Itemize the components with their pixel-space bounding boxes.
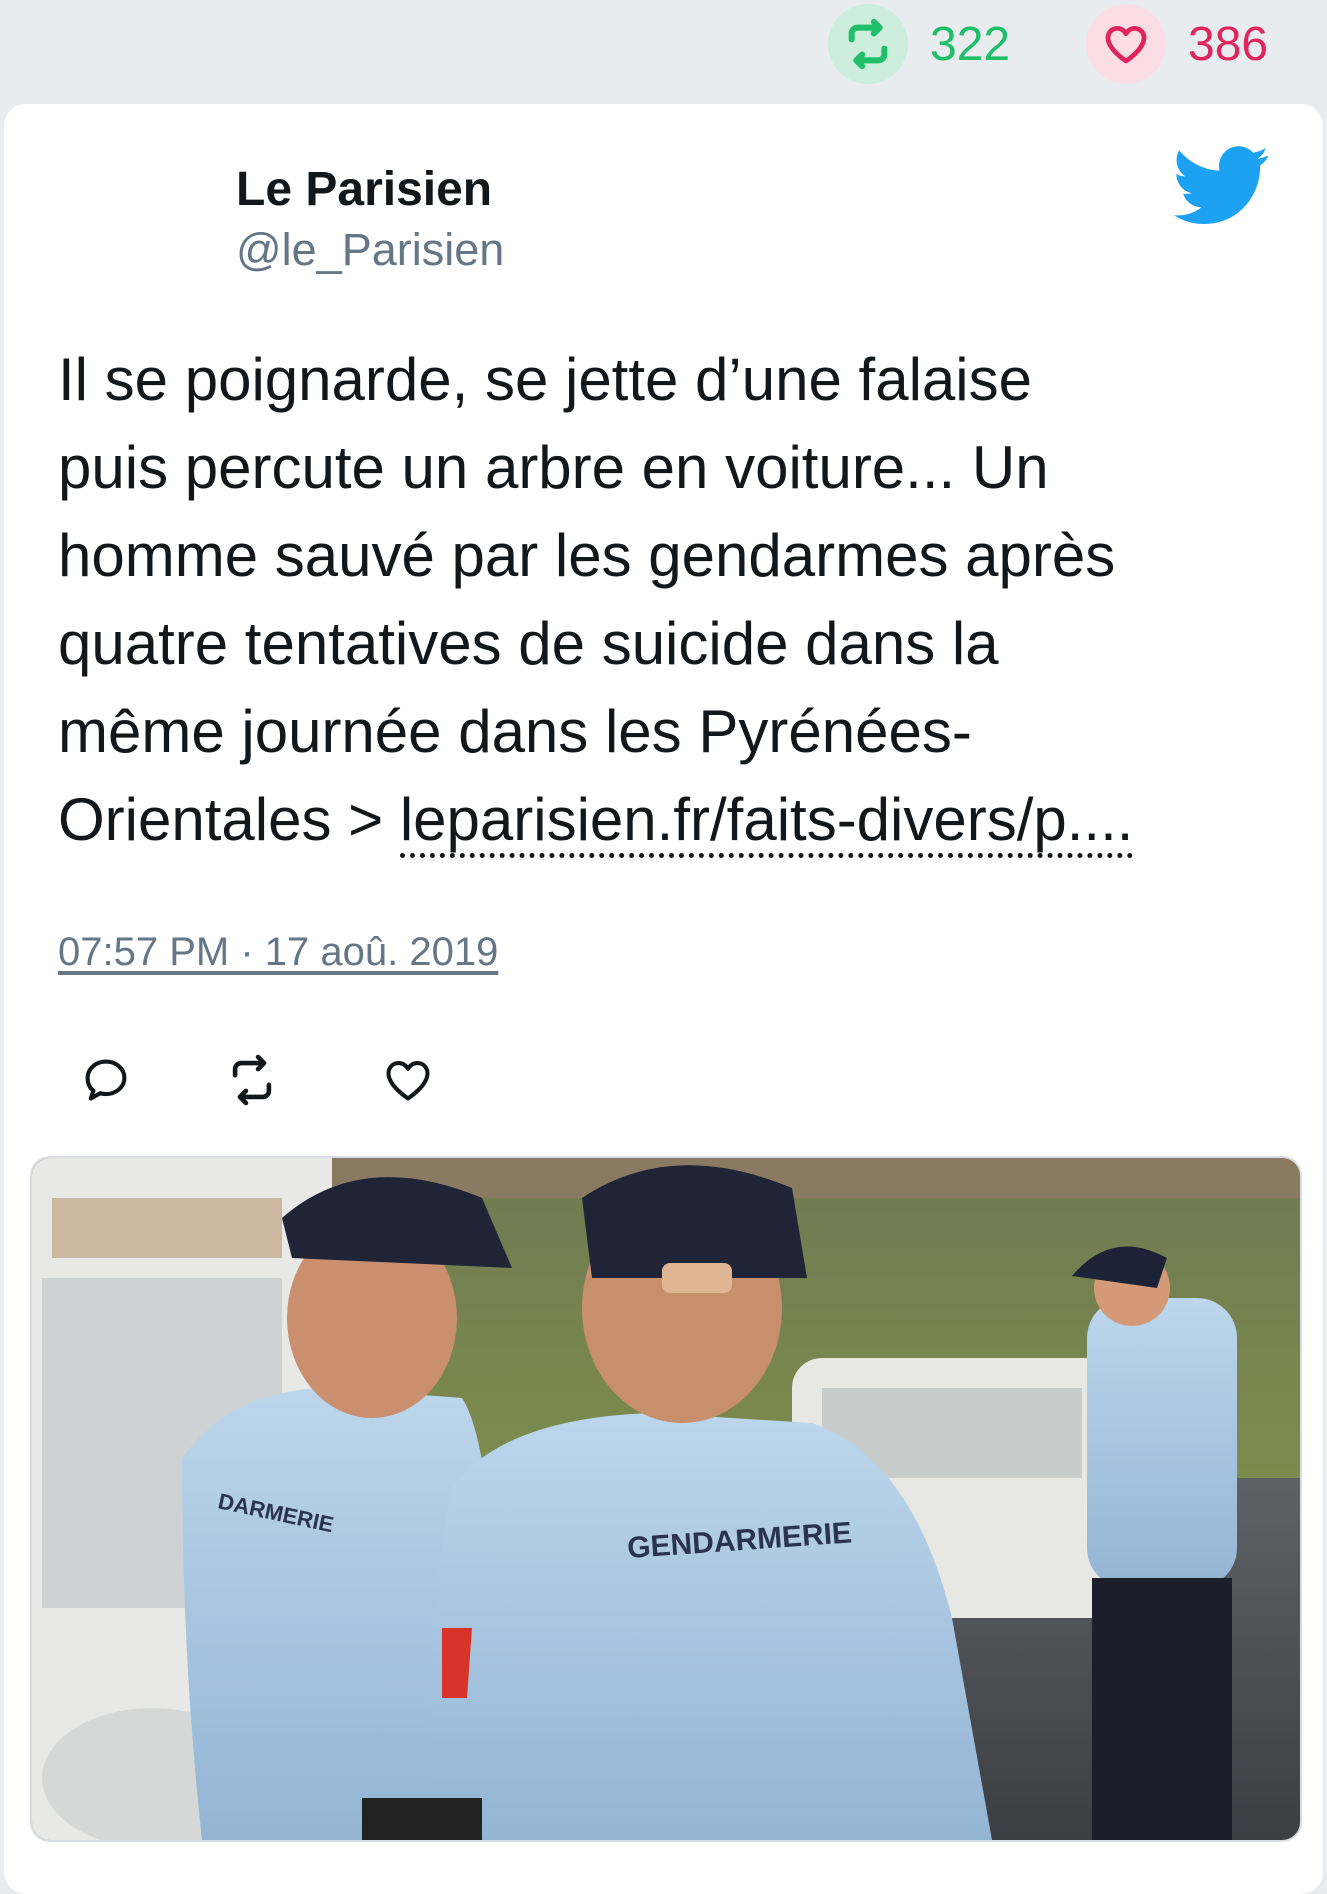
author-name[interactable]: Le Parisien (236, 162, 492, 217)
like-stat[interactable]: 386 (1086, 0, 1268, 88)
like-count: 386 (1188, 17, 1269, 71)
tweet-timestamp[interactable]: 07:57 PM · 17 aoû. 2019 (58, 930, 498, 975)
tweet-text-line: Il se poignarde, se jette d’une falaise (58, 346, 1032, 413)
heart-icon (386, 1061, 430, 1101)
like-button[interactable] (378, 1050, 438, 1110)
tweet-text-line: même journée dans les Pyrénées- (58, 698, 972, 765)
tweet-media-photo[interactable]: DARMERIE GENDARMERIE (30, 1156, 1302, 1842)
gendarmes-photo: DARMERIE GENDARMERIE (32, 1158, 1300, 1840)
tweet-text-line: puis percute un arbre en voiture... Un (58, 434, 1049, 501)
retweet-icon (232, 1054, 272, 1106)
tweet-text-line: homme sauvé par les gendarmes après (58, 522, 1116, 589)
article-link[interactable]: leparisien.fr/faits-divers/p.... (399, 786, 1134, 858)
retweet-button[interactable] (222, 1050, 282, 1110)
retweet-stat[interactable]: 322 (828, 0, 1010, 88)
tweet-text-line: quatre tentatives de suicide dans la (58, 610, 999, 677)
reply-icon (85, 1059, 127, 1101)
tweet-text-line: Orientales > (58, 786, 400, 853)
twitter-bird-icon[interactable] (1174, 146, 1270, 226)
tweet-card: Le Parisien @le_Parisien Il se poignarde… (4, 104, 1323, 1894)
engagement-bar: 322 386 (0, 0, 1327, 96)
retweet-icon[interactable] (828, 4, 908, 84)
tweet-text-last-line: Orientales > leparisien.fr/faits-divers/… (58, 776, 1268, 864)
retweet-count: 322 (930, 17, 1011, 71)
author-handle[interactable]: @le_Parisien (236, 224, 504, 276)
reply-button[interactable] (76, 1050, 136, 1110)
tweet-text: Il se poignarde, se jette d’une falaise … (58, 336, 1268, 864)
heart-icon[interactable] (1086, 4, 1166, 84)
